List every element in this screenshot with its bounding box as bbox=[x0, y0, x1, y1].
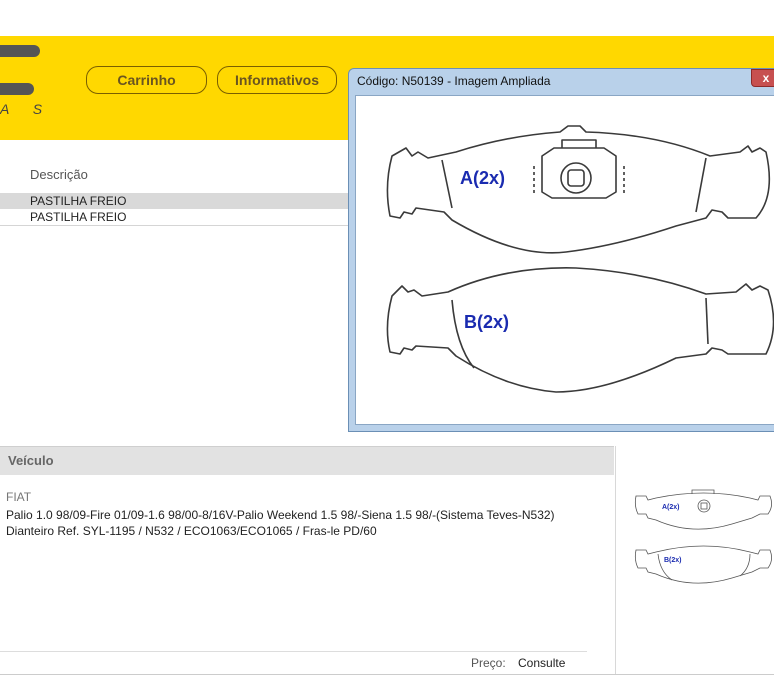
product-description: PASTILHA FREIO bbox=[30, 210, 127, 224]
vehicle-description-line: Dianteiro Ref. SYL-1195 / N532 / ECO1063… bbox=[6, 524, 377, 538]
window-title: Código: N50139 - Imagem Ampliada bbox=[357, 74, 551, 88]
thumbnail-label-a: A(2x) bbox=[662, 504, 680, 511]
label-b: B(2x) bbox=[464, 312, 509, 332]
enlarged-image-area: A(2x) B(2x) bbox=[355, 95, 774, 425]
close-icon: x bbox=[762, 71, 770, 85]
close-button[interactable]: x bbox=[751, 69, 774, 87]
logo-text[interactable]: A S bbox=[0, 101, 52, 117]
enlarged-image-window[interactable]: Código: N50139 - Imagem Ampliada x A(2x)… bbox=[348, 68, 774, 432]
brake-pad-thumbnail-image: A(2x) B(2x) bbox=[634, 489, 772, 584]
label-a: A(2x) bbox=[460, 168, 505, 188]
vehicle-section-header: Veículo bbox=[0, 446, 614, 475]
thumbnail-label-b: B(2x) bbox=[664, 557, 682, 564]
brake-pad-drawing: A(2x) B(2x) bbox=[386, 125, 774, 393]
vehicle-header-label: Veículo bbox=[8, 453, 54, 468]
nav-cart-button[interactable]: Carrinho bbox=[86, 66, 207, 94]
vehicle-description: Palio 1.0 98/09-Fire 01/09-1.6 98/00-8/1… bbox=[6, 507, 606, 539]
vehicle-description-line: Palio 1.0 98/09-Fire 01/09-1.6 98/00-8/1… bbox=[6, 508, 555, 522]
price-label: Preço: bbox=[471, 656, 506, 670]
divider bbox=[615, 446, 616, 674]
vehicle-brand: FIAT bbox=[6, 490, 32, 504]
product-thumbnail[interactable]: A(2x) B(2x) bbox=[632, 484, 774, 589]
description-column-header: Descrição bbox=[30, 167, 88, 182]
logo-mark[interactable] bbox=[0, 45, 40, 57]
product-description: PASTILHA FREIO bbox=[30, 194, 127, 208]
logo-mark[interactable] bbox=[0, 83, 34, 95]
divider bbox=[0, 651, 587, 652]
nav-informativos-button[interactable]: Informativos bbox=[217, 66, 337, 94]
divider bbox=[0, 674, 774, 675]
price-value: Consulte bbox=[518, 656, 566, 670]
